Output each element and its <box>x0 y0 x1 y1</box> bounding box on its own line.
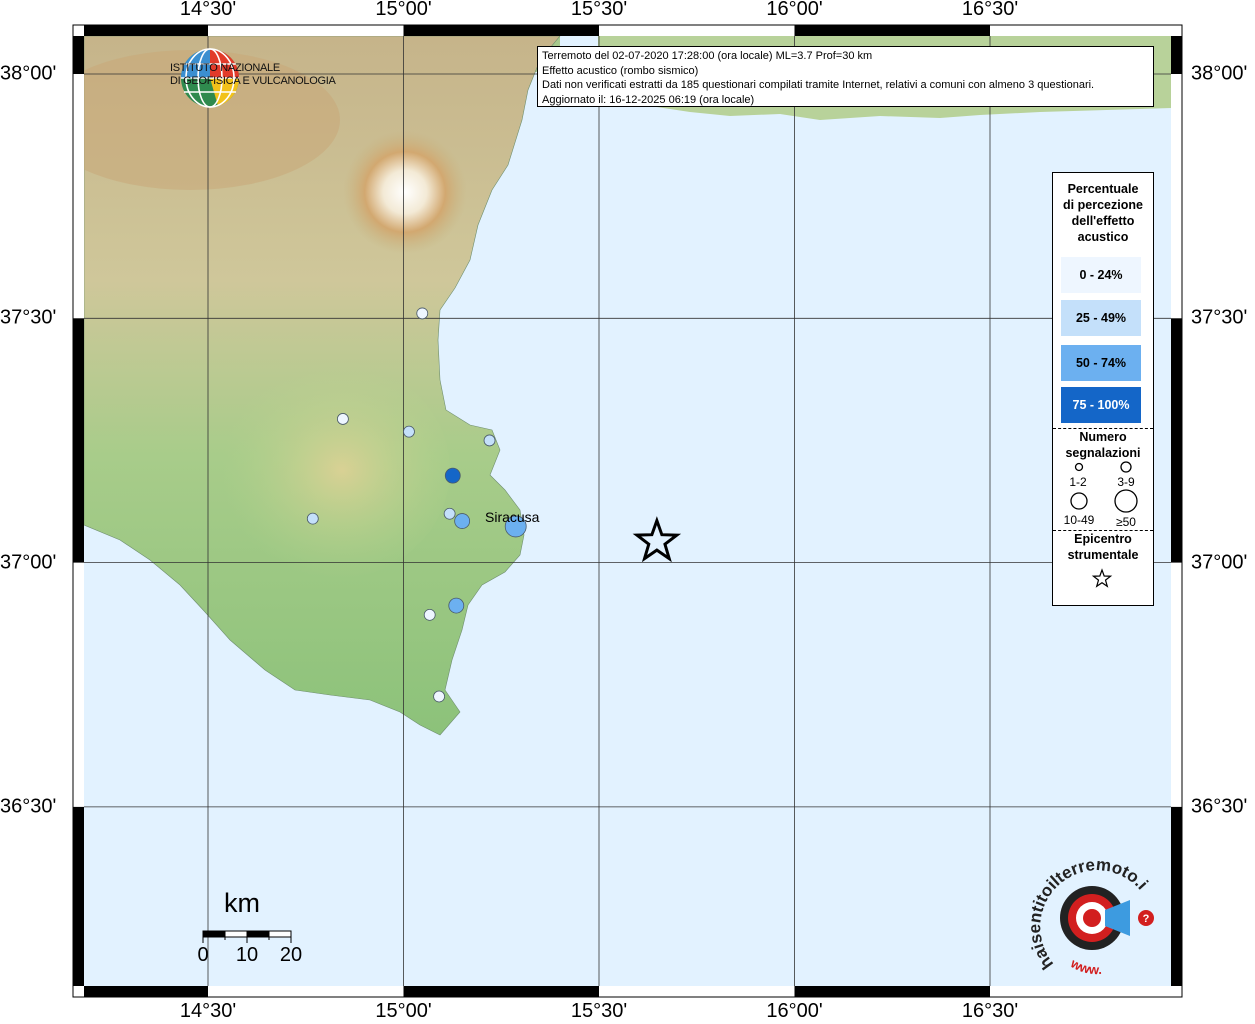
frame-tick-right <box>1171 806 1182 986</box>
frame-tick-left <box>73 806 84 986</box>
legend-title: Percentuale di percezione dell'effetto a… <box>1053 181 1153 245</box>
lon-label-bottom-0: 14°30' <box>179 1000 237 1022</box>
observation-marker-0[interactable] <box>416 307 429 320</box>
frame-tick-left <box>73 36 84 74</box>
lat-label-left-0: 38°00' <box>0 62 57 85</box>
lon-label-top-2: 15°30' <box>570 0 628 20</box>
etna-volcano <box>343 130 467 254</box>
observation-marker-10[interactable] <box>423 608 436 621</box>
place-label-siracusa: Siracusa <box>485 509 540 525</box>
frame-tick-left <box>73 318 84 563</box>
observation-marker-4[interactable] <box>444 467 461 484</box>
lat-label-right-1: 37°30' <box>1191 306 1248 329</box>
lon-label-top-4: 16°30' <box>961 0 1019 20</box>
scale-unit: km <box>224 888 260 918</box>
info-line1: Terremoto del 02-07-2020 17:28:00 (ora l… <box>542 50 873 62</box>
frame-tick-bottom <box>84 986 208 997</box>
observation-marker-1[interactable] <box>336 413 349 425</box>
svg-text:www.: www. <box>1067 955 1102 977</box>
legend-title-line2: di percezione <box>1063 198 1143 212</box>
scale-tick-10: 10 <box>235 944 259 966</box>
observation-marker-6[interactable] <box>454 513 471 529</box>
frame-tick-bottom <box>794 986 990 997</box>
info-line2: Effetto acustico (rombo sismico) <box>542 64 699 77</box>
iblei-relief <box>210 360 450 580</box>
epicenter-title-line2: strumentale <box>1067 548 1139 562</box>
lon-label-top-1: 15°00' <box>375 0 432 20</box>
legend-epicenter-title: Epicentro strumentale <box>1053 531 1153 563</box>
legend-title-line3: dell'effetto <box>1071 214 1135 228</box>
frame-tick-top <box>403 25 599 36</box>
ingv-line1: ISTITUTO NAZIONALE <box>170 62 280 74</box>
lon-label-bottom-4: 16°30' <box>961 1000 1019 1022</box>
frame-tick-right <box>1171 318 1182 563</box>
lon-label-bottom-1: 15°00' <box>375 1000 432 1022</box>
count-50-plus: ≥50 <box>1116 515 1136 529</box>
scale-tick-20: 20 <box>279 944 303 966</box>
legend-title-line4: acustico <box>1077 230 1129 244</box>
epicenter-title-line1: Epicentro <box>1074 532 1132 546</box>
frame-tick-top <box>794 25 990 36</box>
hst-logo-icon[interactable]: ? haisentitoilterremoto.it www. <box>1030 860 1160 980</box>
lon-label-top-3: 16°00' <box>766 0 823 20</box>
count-title-line1: Numero <box>1079 430 1127 444</box>
legend-star-icon <box>1091 568 1113 588</box>
lat-label-right-2: 37°00' <box>1191 551 1248 574</box>
legend-class-50-74: 50 - 74% <box>1061 345 1141 381</box>
frame-tick-top <box>84 25 208 36</box>
observation-marker-5[interactable] <box>443 507 456 520</box>
lat-label-left-1: 37°30' <box>0 306 57 329</box>
info-line3: Dati non verificati estratti da 185 ques… <box>542 79 1095 91</box>
count-3-9: 3-9 <box>1117 475 1135 489</box>
ingv-logo-text: ISTITUTO NAZIONALE DI GEOFISICA E VULCAN… <box>170 62 336 88</box>
lat-label-left-3: 36°30' <box>0 795 57 818</box>
ingv-line2: DI GEOFISICA E VULCANOLOGIA <box>170 75 336 87</box>
lon-label-top-0: 14°30' <box>179 0 237 20</box>
legend-class-25-49: 25 - 49% <box>1061 300 1141 336</box>
legend-title-line1: Percentuale <box>1067 182 1139 196</box>
lat-label-right-0: 38°00' <box>1191 62 1248 85</box>
info-line4: Aggiornato il: 16-12-2025 06:19 (ora loc… <box>542 93 755 106</box>
lon-label-bottom-3: 16°00' <box>766 1000 823 1022</box>
observation-marker-9[interactable] <box>448 597 465 614</box>
lat-label-right-3: 36°30' <box>1191 795 1248 818</box>
scale-tick-0: 0 <box>197 944 209 966</box>
event-info-box: Terremoto del 02-07-2020 17:28:00 (ora l… <box>537 46 1154 107</box>
observation-marker-8[interactable] <box>306 512 319 525</box>
legend-class-0-24: 0 - 24% <box>1061 257 1141 293</box>
lat-label-left-2: 37°00' <box>0 551 57 574</box>
frame-tick-bottom <box>403 986 599 997</box>
legend: Percentuale di percezione dell'effetto a… <box>1052 172 1154 606</box>
observation-marker-2[interactable] <box>403 425 415 438</box>
lon-label-bottom-2: 15°30' <box>570 1000 628 1022</box>
svg-text:?: ? <box>1143 913 1150 925</box>
observation-marker-11[interactable] <box>433 690 445 703</box>
legend-class-75-100: 75 - 100% <box>1061 387 1141 423</box>
hst-www: www. <box>1067 955 1102 977</box>
count-10-49: 10-49 <box>1063 513 1095 527</box>
frame-tick-right <box>1171 36 1182 74</box>
observation-marker-3[interactable] <box>483 434 496 447</box>
count-1-2: 1-2 <box>1069 475 1087 489</box>
